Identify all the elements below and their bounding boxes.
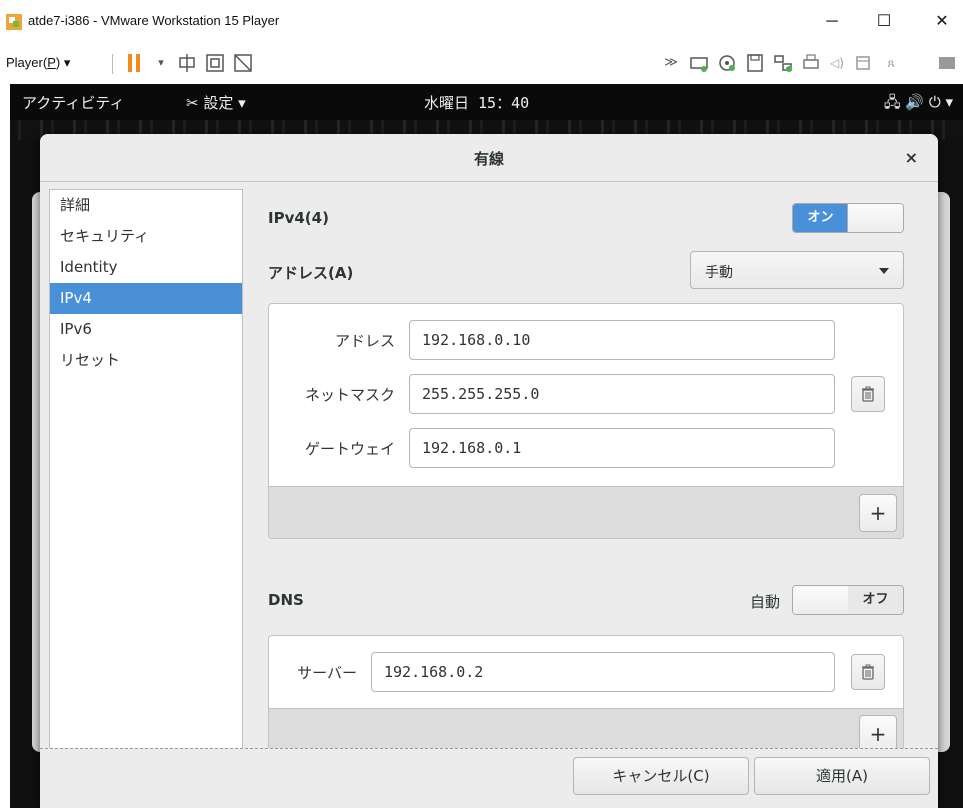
address-frame-footer: + (269, 486, 903, 538)
send-ctrl-alt-del-icon[interactable] (176, 52, 198, 74)
chevron-down-icon: ▾ (63, 55, 71, 70)
fit-guest-icon[interactable] (204, 52, 226, 74)
pause-icon (128, 54, 132, 72)
dns-server-label: サーバー (297, 664, 357, 682)
gateway-label: ゲートウェイ (304, 440, 395, 458)
unity-icon[interactable] (232, 52, 254, 74)
activities-button[interactable]: アクティビティ (22, 92, 124, 113)
sidebar-item-security[interactable]: セキュリティ (50, 221, 242, 252)
toggle-knob (793, 586, 849, 614)
floppy-icon[interactable] (744, 52, 766, 74)
network-adapter-icon[interactable] (772, 52, 794, 74)
dns-auto-toggle[interactable]: オフ (792, 585, 904, 615)
method-value: 手動 (705, 265, 733, 281)
gnome-top-bar: アクティビティ ✂ 設定 ▾ 水曜日 15：40 🖧 🔊 ⏻ ▾ (10, 84, 963, 120)
wired-connection-dialog: 有線 × 詳細 セキュリティ Identity IPv4 IPv6 リセット I… (40, 134, 938, 808)
pause-icon-bar (136, 54, 140, 72)
trash-icon (862, 386, 874, 402)
address-section-title: アドレス(A) (268, 264, 354, 282)
toolbar-separator (112, 54, 113, 74)
volume-icon: 🔊 (905, 93, 925, 111)
chevron-down-icon: ▾ (238, 94, 246, 112)
player-menu[interactable]: Player(P) ▾ (6, 55, 70, 71)
sidebar-item-details[interactable]: 詳細 (50, 190, 242, 221)
more-devices-icon[interactable]: ≫ (660, 52, 682, 74)
minimize-button[interactable]: ─ (812, 8, 852, 36)
add-address-button[interactable]: + (859, 494, 897, 532)
power-icon: ⏻ (928, 93, 941, 111)
sound-card-icon[interactable]: ◁) (826, 52, 848, 74)
maximize-button[interactable]: ☐ (864, 8, 904, 36)
delete-dns-button[interactable] (851, 654, 885, 690)
dns-auto-label: 自動 (750, 593, 781, 611)
ipv4-method-select[interactable]: 手動 (690, 251, 904, 289)
dialog-button-bar: キャンセル(C) 適用(A) (40, 748, 938, 808)
tools-icon: ✂ (186, 94, 199, 112)
network-wired-icon: 🖧 (883, 93, 901, 111)
ipv4-toggle[interactable]: オン (792, 203, 904, 233)
toggle-on-label: オン (793, 204, 848, 232)
cancel-button[interactable]: キャンセル(C) (573, 757, 749, 795)
dns-server-input[interactable]: 192.168.0.2 (371, 652, 835, 692)
toggle-off-label: オフ (848, 586, 903, 614)
usb-device-icon[interactable] (852, 52, 874, 74)
hard-disk-icon[interactable] (688, 52, 710, 74)
sidebar-item-reset[interactable]: リセット (50, 345, 242, 376)
delete-address-button[interactable] (851, 376, 885, 412)
dialog-header: 有線 × (40, 134, 938, 182)
player-menu-key: P (47, 55, 56, 70)
pause-dropdown-icon[interactable]: ▾ (150, 52, 172, 74)
apply-button[interactable]: 適用(A) (754, 757, 930, 795)
window-title-bar[interactable]: atde7-i386 - VMware Workstation 15 Playe… (0, 0, 963, 44)
settings-app-menu[interactable]: ✂ 設定 ▾ (186, 92, 246, 113)
close-window-button[interactable]: ✕ (922, 8, 962, 36)
player-menu-suffix: ) (55, 55, 61, 70)
address-frame: アドレス 192.168.0.10 ネットマスク 255.255.255.0 ゲ… (268, 303, 904, 539)
message-log-icon[interactable] (936, 52, 958, 74)
address-label: アドレス (334, 332, 395, 350)
chevron-down-icon: ▾ (945, 93, 953, 111)
netmask-input[interactable]: 255.255.255.0 (409, 374, 835, 414)
netmask-label: ネットマスク (304, 386, 395, 404)
window-title: atde7-i386 - VMware Workstation 15 Playe… (28, 13, 280, 28)
player-menu-label: Player( (6, 55, 48, 70)
printer-icon[interactable] (800, 52, 822, 74)
sidebar-item-ipv4[interactable]: IPv4 (50, 283, 242, 314)
dialog-title: 有線 (473, 150, 504, 168)
vmware-toolbar: Player(P) ▾ ▾ ≫ ◁) ጸ (0, 44, 963, 84)
system-tray[interactable]: 🖧 🔊 ⏻ ▾ (884, 92, 953, 117)
ipv4-title: IPv4(4) (268, 209, 329, 227)
vmware-app-icon (6, 14, 22, 30)
pause-button[interactable] (124, 44, 148, 84)
sidebar-item-ipv6[interactable]: IPv6 (50, 314, 242, 345)
settings-menu-label: 設定 (203, 94, 234, 112)
toggle-knob (847, 204, 903, 232)
dialog-close-button[interactable]: × (905, 148, 918, 167)
clock[interactable]: 水曜日 15：40 (424, 92, 529, 113)
trash-icon (862, 664, 874, 680)
user-icon[interactable]: ጸ (880, 52, 902, 74)
gateway-input[interactable]: 192.168.0.1 (409, 428, 835, 468)
address-input[interactable]: 192.168.0.10 (409, 320, 835, 360)
chevron-down-icon (879, 268, 889, 274)
cd-dvd-icon[interactable] (716, 52, 738, 74)
dns-title: DNS (268, 591, 304, 609)
settings-sidebar: 詳細 セキュリティ Identity IPv4 IPv6 リセット (49, 189, 243, 752)
sidebar-item-identity[interactable]: Identity (50, 252, 242, 283)
